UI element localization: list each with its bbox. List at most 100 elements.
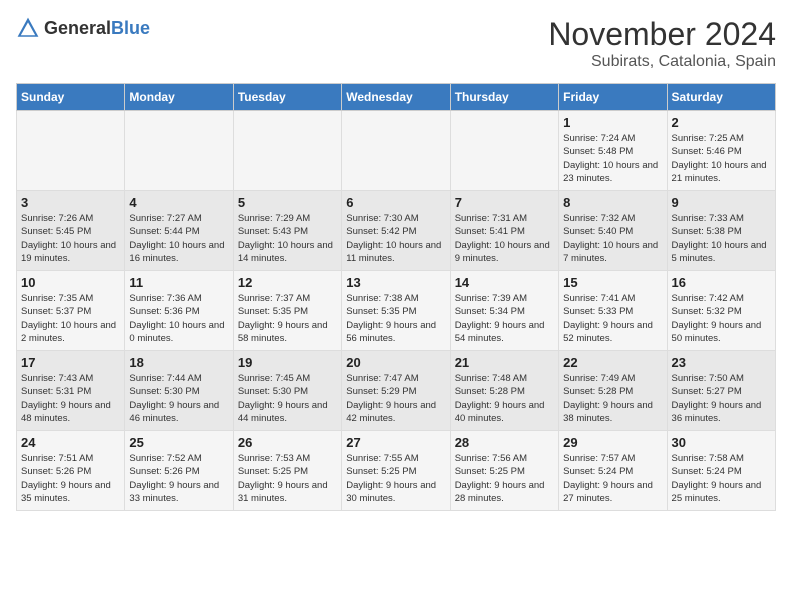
day-number: 24 bbox=[21, 435, 120, 450]
header-day-monday: Monday bbox=[125, 84, 233, 111]
day-number: 26 bbox=[238, 435, 337, 450]
day-info: Sunrise: 7:37 AM Sunset: 5:35 PM Dayligh… bbox=[238, 292, 337, 345]
day-info: Sunrise: 7:43 AM Sunset: 5:31 PM Dayligh… bbox=[21, 372, 120, 425]
header-day-sunday: Sunday bbox=[17, 84, 125, 111]
week-row-2: 3Sunrise: 7:26 AM Sunset: 5:45 PM Daylig… bbox=[17, 191, 776, 271]
day-number: 6 bbox=[346, 195, 445, 210]
logo-general-text: General bbox=[44, 18, 111, 38]
day-number: 25 bbox=[129, 435, 228, 450]
day-number: 30 bbox=[672, 435, 771, 450]
day-cell: 18Sunrise: 7:44 AM Sunset: 5:30 PM Dayli… bbox=[125, 351, 233, 431]
day-number: 13 bbox=[346, 275, 445, 290]
day-cell bbox=[125, 111, 233, 191]
day-info: Sunrise: 7:47 AM Sunset: 5:29 PM Dayligh… bbox=[346, 372, 445, 425]
day-info: Sunrise: 7:32 AM Sunset: 5:40 PM Dayligh… bbox=[563, 212, 662, 265]
day-info: Sunrise: 7:27 AM Sunset: 5:44 PM Dayligh… bbox=[129, 212, 228, 265]
day-number: 20 bbox=[346, 355, 445, 370]
day-cell: 8 Sunrise: 7:32 AM Sunset: 5:40 PM Daylig… bbox=[559, 191, 667, 271]
day-number: 28 bbox=[455, 435, 554, 450]
day-info: Sunrise: 7:51 AM Sunset: 5:26 PM Dayligh… bbox=[21, 452, 120, 505]
day-number: 4 bbox=[129, 195, 228, 210]
day-cell bbox=[342, 111, 450, 191]
day-cell: 15 Sunrise: 7:41 AM Sunset: 5:33 PM Dayli… bbox=[559, 271, 667, 351]
logo: GeneralBlue bbox=[16, 16, 150, 40]
day-number: 27 bbox=[346, 435, 445, 450]
day-cell: 16 Sunrise: 7:42 AM Sunset: 5:32 PM Dayli… bbox=[667, 271, 775, 351]
day-cell: 30 Sunrise: 7:58 AM Sunset: 5:24 PM Dayli… bbox=[667, 431, 775, 511]
day-info: Sunrise: 7:45 AM Sunset: 5:30 PM Dayligh… bbox=[238, 372, 337, 425]
day-info: Sunrise: 7:58 AM Sunset: 5:24 PM Dayligh… bbox=[672, 452, 771, 505]
logo-blue-text: Blue bbox=[111, 18, 150, 38]
day-number: 15 bbox=[563, 275, 662, 290]
day-info: Sunrise: 7:29 AM Sunset: 5:43 PM Dayligh… bbox=[238, 212, 337, 265]
day-cell: 2 Sunrise: 7:25 AM Sunset: 5:46 PM Daylig… bbox=[667, 111, 775, 191]
day-cell: 19 Sunrise: 7:45 AM Sunset: 5:30 PM Dayli… bbox=[233, 351, 341, 431]
day-info: Sunrise: 7:30 AM Sunset: 5:42 PM Dayligh… bbox=[346, 212, 445, 265]
month-title: November 2024 bbox=[548, 16, 776, 53]
day-info: Sunrise: 7:31 AM Sunset: 5:41 PM Dayligh… bbox=[455, 212, 554, 265]
day-number: 17 bbox=[21, 355, 120, 370]
header-day-saturday: Saturday bbox=[667, 84, 775, 111]
header-day-thursday: Thursday bbox=[450, 84, 558, 111]
week-row-3: 10Sunrise: 7:35 AM Sunset: 5:37 PM Dayli… bbox=[17, 271, 776, 351]
day-number: 12 bbox=[238, 275, 337, 290]
day-info: Sunrise: 7:24 AM Sunset: 5:48 PM Dayligh… bbox=[563, 132, 662, 185]
day-cell: 20 Sunrise: 7:47 AM Sunset: 5:29 PM Dayli… bbox=[342, 351, 450, 431]
day-cell: 1 Sunrise: 7:24 AM Sunset: 5:48 PM Daylig… bbox=[559, 111, 667, 191]
day-number: 2 bbox=[672, 115, 771, 130]
day-info: Sunrise: 7:42 AM Sunset: 5:32 PM Dayligh… bbox=[672, 292, 771, 345]
day-info: Sunrise: 7:26 AM Sunset: 5:45 PM Dayligh… bbox=[21, 212, 120, 265]
day-info: Sunrise: 7:38 AM Sunset: 5:35 PM Dayligh… bbox=[346, 292, 445, 345]
day-cell: 17 Sunrise: 7:43 AM Sunset: 5:31 PM Dayli… bbox=[17, 351, 125, 431]
day-number: 7 bbox=[455, 195, 554, 210]
day-info: Sunrise: 7:57 AM Sunset: 5:24 PM Dayligh… bbox=[563, 452, 662, 505]
day-info: Sunrise: 7:33 AM Sunset: 5:38 PM Dayligh… bbox=[672, 212, 771, 265]
day-cell bbox=[450, 111, 558, 191]
day-cell: 24 Sunrise: 7:51 AM Sunset: 5:26 PM Dayli… bbox=[17, 431, 125, 511]
week-row-1: 1 Sunrise: 7:24 AM Sunset: 5:48 PM Daylig… bbox=[17, 111, 776, 191]
day-cell: 21 Sunrise: 7:48 AM Sunset: 5:28 PM Dayli… bbox=[450, 351, 558, 431]
header-day-friday: Friday bbox=[559, 84, 667, 111]
page-header: GeneralBlue November 2024 Subirats, Cata… bbox=[16, 16, 776, 71]
week-row-4: 17 Sunrise: 7:43 AM Sunset: 5:31 PM Dayli… bbox=[17, 351, 776, 431]
day-number: 23 bbox=[672, 355, 771, 370]
day-number: 5 bbox=[238, 195, 337, 210]
day-cell: 29 Sunrise: 7:57 AM Sunset: 5:24 PM Dayli… bbox=[559, 431, 667, 511]
day-info: Sunrise: 7:41 AM Sunset: 5:33 PM Dayligh… bbox=[563, 292, 662, 345]
day-cell: 11 Sunrise: 7:36 AM Sunset: 5:36 PM Dayli… bbox=[125, 271, 233, 351]
day-cell: 13 Sunrise: 7:38 AM Sunset: 5:35 PM Dayli… bbox=[342, 271, 450, 351]
day-cell: 7 Sunrise: 7:31 AM Sunset: 5:41 PM Daylig… bbox=[450, 191, 558, 271]
day-number: 29 bbox=[563, 435, 662, 450]
day-info: Sunrise: 7:39 AM Sunset: 5:34 PM Dayligh… bbox=[455, 292, 554, 345]
day-cell: 12 Sunrise: 7:37 AM Sunset: 5:35 PM Dayli… bbox=[233, 271, 341, 351]
day-info: Sunrise: 7:36 AM Sunset: 5:36 PM Dayligh… bbox=[129, 292, 228, 345]
day-cell: 22 Sunrise: 7:49 AM Sunset: 5:28 PM Dayli… bbox=[559, 351, 667, 431]
day-number: 22 bbox=[563, 355, 662, 370]
day-info: Sunrise: 7:49 AM Sunset: 5:28 PM Dayligh… bbox=[563, 372, 662, 425]
day-cell: 27Sunrise: 7:55 AM Sunset: 5:25 PM Dayli… bbox=[342, 431, 450, 511]
location-subtitle: Subirats, Catalonia, Spain bbox=[548, 53, 776, 71]
day-number: 8 bbox=[563, 195, 662, 210]
logo-icon bbox=[16, 16, 40, 40]
calendar-table: SundayMondayTuesdayWednesdayThursdayFrid… bbox=[16, 83, 776, 511]
day-cell: 28 Sunrise: 7:56 AM Sunset: 5:25 PM Dayli… bbox=[450, 431, 558, 511]
day-cell: 6 Sunrise: 7:30 AM Sunset: 5:42 PM Daylig… bbox=[342, 191, 450, 271]
day-info: Sunrise: 7:25 AM Sunset: 5:46 PM Dayligh… bbox=[672, 132, 771, 185]
day-info: Sunrise: 7:53 AM Sunset: 5:25 PM Dayligh… bbox=[238, 452, 337, 505]
title-block: November 2024 Subirats, Catalonia, Spain bbox=[548, 16, 776, 71]
day-number: 19 bbox=[238, 355, 337, 370]
day-number: 10 bbox=[21, 275, 120, 290]
day-number: 1 bbox=[563, 115, 662, 130]
day-cell bbox=[233, 111, 341, 191]
day-cell: 4 Sunrise: 7:27 AM Sunset: 5:44 PM Daylig… bbox=[125, 191, 233, 271]
day-number: 11 bbox=[129, 275, 228, 290]
day-number: 16 bbox=[672, 275, 771, 290]
header-day-tuesday: Tuesday bbox=[233, 84, 341, 111]
day-cell bbox=[17, 111, 125, 191]
day-info: Sunrise: 7:52 AM Sunset: 5:26 PM Dayligh… bbox=[129, 452, 228, 505]
day-number: 9 bbox=[672, 195, 771, 210]
day-info: Sunrise: 7:48 AM Sunset: 5:28 PM Dayligh… bbox=[455, 372, 554, 425]
day-number: 21 bbox=[455, 355, 554, 370]
day-number: 14 bbox=[455, 275, 554, 290]
day-info: Sunrise: 7:56 AM Sunset: 5:25 PM Dayligh… bbox=[455, 452, 554, 505]
